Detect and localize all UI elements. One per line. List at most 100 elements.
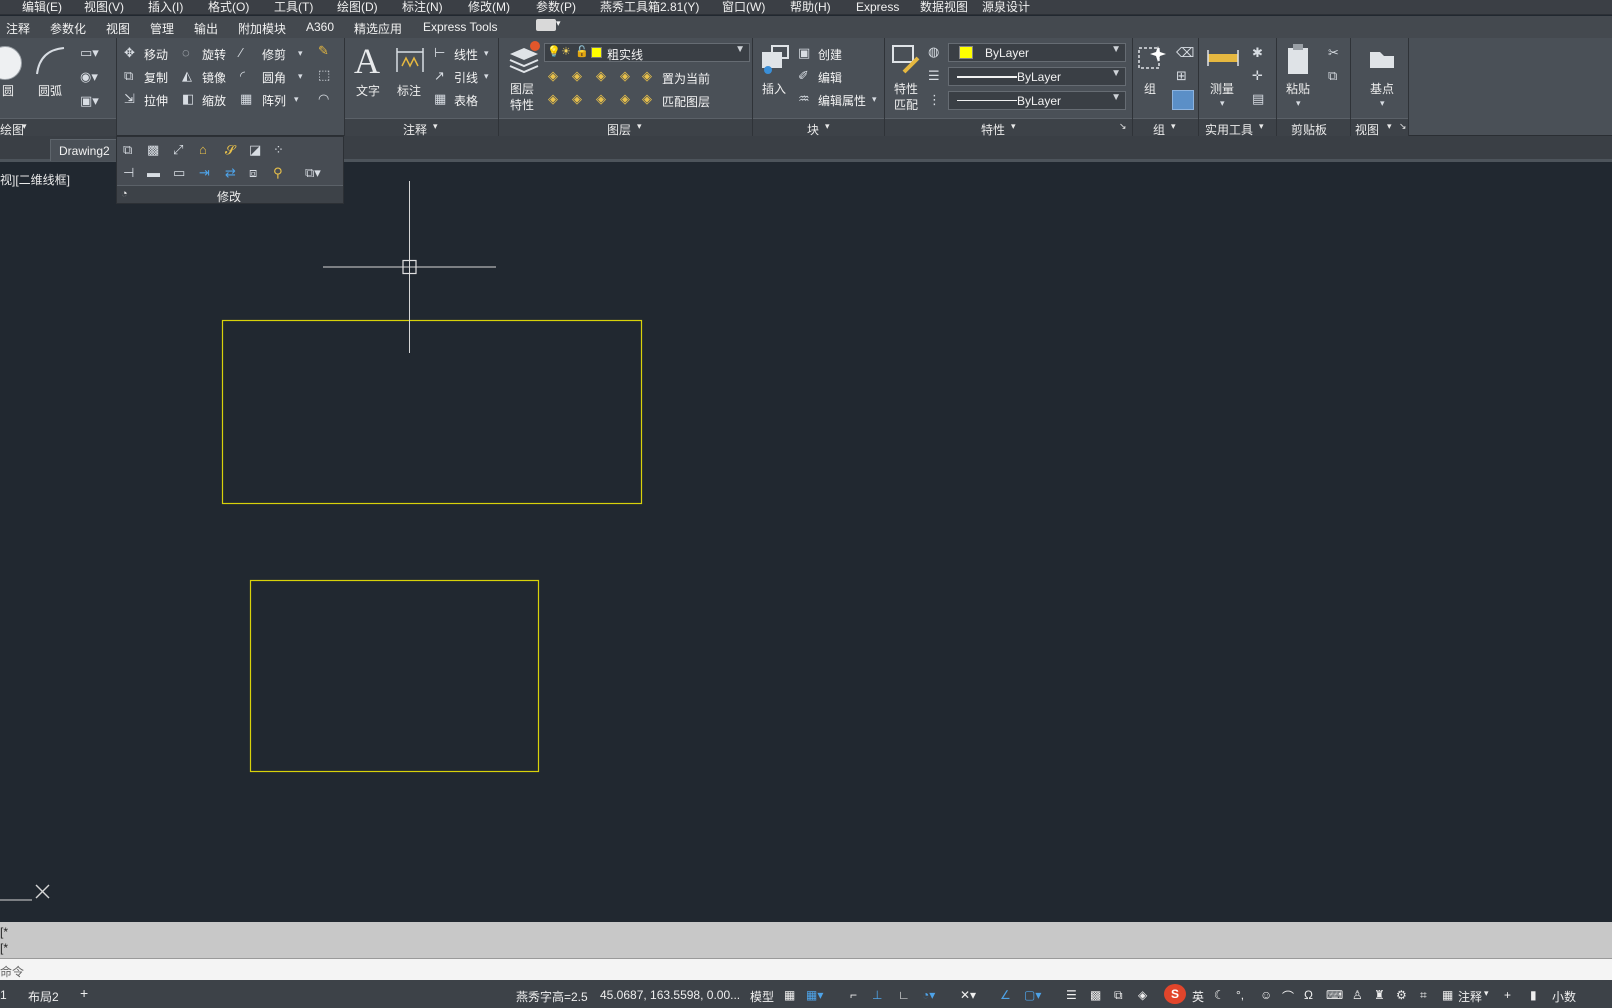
text-icon[interactable]: A [354,40,380,82]
grid-icon[interactable]: ▦ [784,988,795,1002]
group-selection-toggle[interactable] [1172,90,1194,110]
linetype-dropdown[interactable]: ByLayer ▼ [948,91,1126,110]
polyline-edit-icon[interactable]: ⌂ [199,143,207,157]
object-snap-tracking-icon[interactable]: ∠ [1000,988,1011,1002]
chevron-down-icon[interactable]: ▾ [484,46,489,60]
leader-button[interactable]: 引线 [454,69,478,86]
menu-dimension[interactable]: 标注(N) [402,0,443,14]
menu-help[interactable]: 帮助(H) [790,0,831,14]
align-icon[interactable]: ⁘ [273,143,284,157]
tab-express-tools[interactable]: Express Tools [423,20,497,34]
moon-icon[interactable]: ☾ [1214,988,1225,1002]
rectangle-large[interactable] [221,319,643,505]
view-panel-title-bar[interactable]: 视图 ▾ ↘ [1351,118,1408,137]
ribbon-minimize-button[interactable] [536,19,556,31]
move-button[interactable]: 移动 [144,46,168,63]
object-snap-icon[interactable]: ▢▾ [1024,988,1041,1002]
rectangle-small[interactable] [249,579,540,773]
infer-constraints-icon[interactable]: ⌐ [850,988,857,1002]
mirror-button[interactable]: 镜像 [202,69,226,86]
menu-modify[interactable]: 修改(M) [468,0,510,14]
paste-icon[interactable] [1284,42,1314,76]
menu-window[interactable]: 窗口(W) [722,0,765,14]
hatch-icon[interactable]: ◉▾ [80,70,98,84]
add-layout-button[interactable]: + [80,985,88,1001]
layers-panel-title-bar[interactable]: 图层 ▾ [499,118,752,137]
chevron-down-icon[interactable]: ▾ [556,18,561,29]
fillet-button[interactable]: 圆角 [262,69,286,86]
draw-order-icon[interactable]: ⧉ [123,143,132,157]
calculator-icon[interactable]: ▤ [1252,92,1264,106]
layout-tab-2[interactable]: 布局2 [28,988,59,1005]
ime-mode[interactable]: 英 [1192,988,1204,1005]
drawing-canvas[interactable]: 视][二维线框] [0,165,1612,920]
match-properties-icon[interactable] [890,42,922,76]
lengthen-icon[interactable]: ⤢ [173,143,183,157]
layer-freeze-icon[interactable]: ◈ [596,69,606,83]
punctuation-icon[interactable]: °, [1236,988,1244,1002]
cut-icon[interactable]: ✂ [1328,46,1339,60]
array-button[interactable]: 阵列 [262,92,286,109]
layer-lock-icon[interactable]: ◈ [620,69,630,83]
swap-icon[interactable]: ⇄ [225,166,236,180]
measure-icon[interactable] [1206,46,1240,72]
tab-manage[interactable]: 管理 [150,20,174,37]
menu-parametric[interactable]: 参数(P) [536,0,576,14]
coordinates-readout[interactable]: 45.0687, 163.5598, 0.00... [600,988,740,1002]
chevron-down-icon[interactable]: ▾ [1220,96,1225,110]
chevron-down-icon[interactable]: ▾ [484,69,489,83]
tab-view[interactable]: 视图 [106,20,130,37]
block-panel-title-bar[interactable]: 块 ▾ [753,118,884,137]
menu-draw[interactable]: 绘图(D) [337,0,378,14]
chamfer-icon[interactable]: ▭ [173,166,185,180]
units-display[interactable]: 小数 [1552,988,1576,1005]
create-block-button[interactable]: 创建 [818,46,842,63]
spline-edit-icon[interactable]: 𝓢 [225,143,235,157]
grid-menu-icon[interactable]: ▦ [1442,988,1453,1002]
chevron-down-icon[interactable]: ▾ [298,69,303,83]
tab-featured-apps[interactable]: 精选应用 [354,20,402,37]
rotate-button[interactable]: 旋转 [202,46,226,63]
utilities-panel-title-bar[interactable]: 实用工具 ▾ [1199,118,1276,137]
menu-yuanquan[interactable]: 源泉设计 [982,0,1030,14]
modify-panel-title-bar[interactable]: ◔ 修改 [117,185,343,204]
match-layer-button[interactable]: 匹配图层 [662,93,710,110]
draw-panel-title-bar[interactable]: 绘图 ▾ [0,118,116,137]
user-icon[interactable]: ♙ [1352,988,1363,1002]
pin-icon[interactable]: ◔ [121,188,128,200]
break-icon[interactable]: ⊣ [123,166,134,180]
tab-parametric[interactable]: 参数化 [50,20,86,37]
table-button[interactable]: 表格 [454,92,478,109]
dimension-icon[interactable] [394,44,426,76]
linear-button[interactable]: 线性 [454,46,478,63]
make-current-button[interactable]: 置为当前 [662,70,710,87]
quick-select-icon[interactable]: ✱ [1252,46,1263,60]
scale-button[interactable]: 缩放 [202,92,226,109]
layer-thaw-icon[interactable]: ◈ [596,92,606,106]
lineweight-toggle-icon[interactable]: ☰ [1066,988,1077,1002]
dialog-launcher-icon[interactable]: ↘ [1119,121,1127,132]
rectangle-icon[interactable]: ▭▾ [80,46,99,60]
keyboard-icon[interactable]: ⌨ [1326,988,1343,1002]
emoji-icon[interactable]: ☺ [1260,988,1272,1002]
circle-icon[interactable] [0,46,22,80]
reverse-icon[interactable]: ◪ [249,143,261,157]
add-icon[interactable]: + [1504,988,1511,1002]
tab-annotate[interactable]: 注释 [6,20,30,37]
tab-addins[interactable]: 附加模块 [238,20,286,37]
chevron-down-icon[interactable]: ▾ [872,92,877,106]
chevron-down-icon[interactable]: ▾ [1380,96,1385,110]
arc-icon[interactable] [34,44,66,78]
boundary-icon[interactable]: ▣▾ [80,94,99,108]
erase-icon[interactable]: ✎ [318,44,329,58]
layer-off-icon[interactable]: ◈ [548,69,558,83]
copy-clip-icon[interactable]: ⧉ [1328,69,1337,83]
annotation-panel-title-bar[interactable]: 注释 ▾ [345,118,498,137]
properties-panel-title-bar[interactable]: 特性 ▾ ↘ [885,118,1132,137]
offset-icon[interactable]: ◠ [318,92,329,106]
explode-icon[interactable]: ⬚ [318,68,330,82]
group-edit-icon[interactable]: ⊞ [1176,69,1187,83]
menu-yanxiu-tools[interactable]: 燕秀工具箱2.81(Y) [600,0,699,14]
layer-unisolate-icon[interactable]: ◈ [572,92,582,106]
ungroup-icon[interactable]: ⌫ [1176,46,1194,60]
